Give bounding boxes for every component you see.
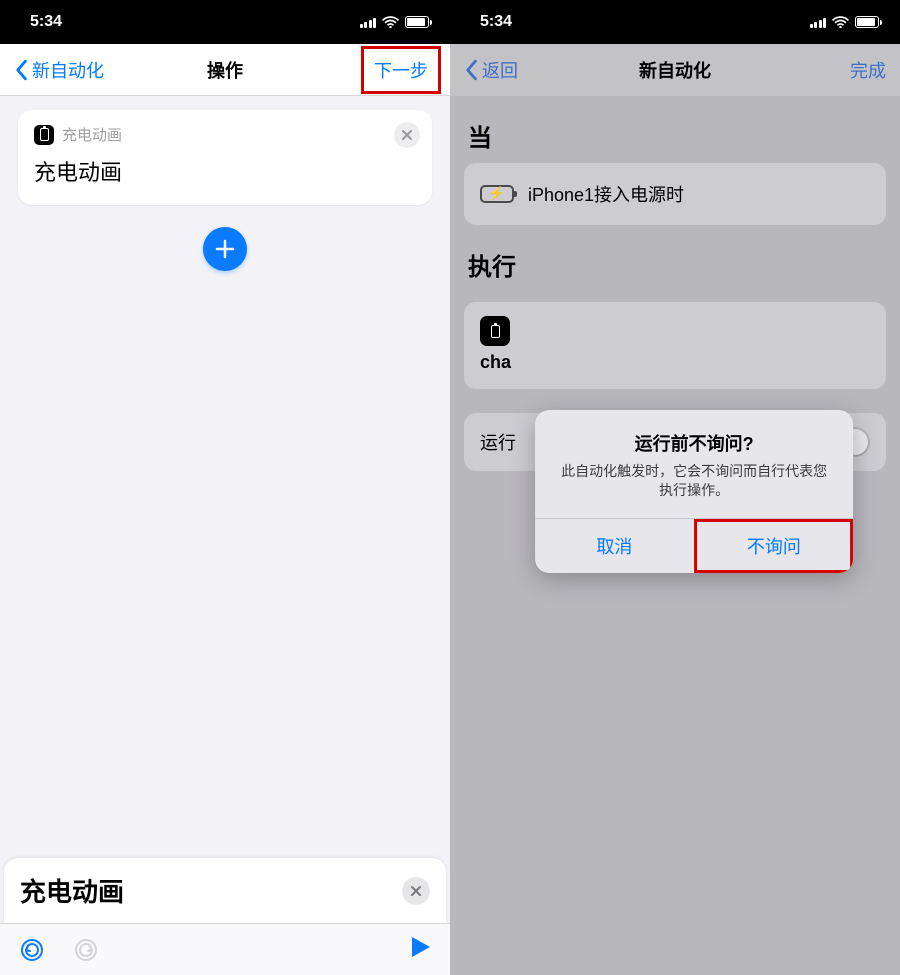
screen-actions: 5:34 新自动化 操作 下一步 充电动画 充电动画 xyxy=(0,0,450,975)
chevron-left-icon xyxy=(14,59,28,81)
charging-battery-icon: ⚡ xyxy=(480,185,514,203)
alert-message: 此自动化触发时，它会不询问而自行代表您执行操作。 xyxy=(555,462,833,500)
app-icon xyxy=(34,125,54,145)
battery-icon xyxy=(855,16,882,28)
search-card[interactable]: 充电动画 xyxy=(4,858,446,923)
back-button[interactable]: 返回 xyxy=(464,57,518,83)
status-time: 5:34 xyxy=(30,13,62,31)
add-action-button[interactable] xyxy=(203,227,247,271)
confirm-alert: 运行前不询问? 此自动化触发时，它会不询问而自行代表您执行操作。 取消 不询问 xyxy=(535,410,853,573)
status-bar: 5:34 xyxy=(0,0,450,44)
undo-icon xyxy=(19,937,45,963)
do-action-label: cha xyxy=(480,352,870,373)
alert-cancel-button[interactable]: 取消 xyxy=(535,519,694,573)
next-button[interactable]: 下一步 xyxy=(362,47,440,93)
back-button[interactable]: 新自动化 xyxy=(14,57,104,83)
redo-button[interactable] xyxy=(72,936,100,964)
battery-icon xyxy=(405,16,432,28)
redo-icon xyxy=(73,937,99,963)
plus-icon xyxy=(214,238,236,260)
undo-button[interactable] xyxy=(18,936,46,964)
action-small-label: 充电动画 xyxy=(62,124,122,145)
section-when-header: 当 xyxy=(450,96,900,163)
cellular-icon xyxy=(360,16,377,28)
alert-confirm-button[interactable]: 不询问 xyxy=(694,519,854,573)
nav-bar: 新自动化 操作 下一步 xyxy=(0,44,450,96)
condition-text: iPhone1接入电源时 xyxy=(528,181,684,207)
status-right xyxy=(810,16,883,28)
clear-search-button[interactable] xyxy=(402,877,430,905)
remove-action-button[interactable] xyxy=(394,122,420,148)
do-action-card[interactable]: cha xyxy=(464,302,886,389)
run-button[interactable] xyxy=(410,935,432,964)
chevron-left-icon xyxy=(464,59,478,81)
back-label: 返回 xyxy=(482,57,518,83)
status-right xyxy=(360,16,433,28)
close-icon xyxy=(401,129,413,141)
screen-automation-summary: 5:34 返回 新自动化 完成 当 ⚡ iPhone1接入电源时 执行 xyxy=(450,0,900,975)
ask-row-label: 运行 xyxy=(480,429,516,455)
cellular-icon xyxy=(810,16,827,28)
wifi-icon xyxy=(832,16,849,28)
play-icon xyxy=(410,935,432,959)
nav-bar: 返回 新自动化 完成 xyxy=(450,44,900,96)
status-time: 5:34 xyxy=(480,13,512,31)
wifi-icon xyxy=(382,16,399,28)
close-icon xyxy=(410,885,422,897)
alert-title: 运行前不询问? xyxy=(555,430,833,456)
app-icon xyxy=(480,316,510,346)
section-do-header: 执行 xyxy=(450,225,900,292)
bottom-toolbar xyxy=(0,923,450,975)
done-button[interactable]: 完成 xyxy=(850,57,886,83)
action-big-label: 充电动画 xyxy=(34,155,416,187)
nav-title: 操作 xyxy=(207,57,243,83)
action-card[interactable]: 充电动画 充电动画 xyxy=(18,110,432,205)
nav-title: 新自动化 xyxy=(639,57,711,83)
when-condition-row[interactable]: ⚡ iPhone1接入电源时 xyxy=(464,163,886,225)
status-bar: 5:34 xyxy=(450,0,900,44)
search-text: 充电动画 xyxy=(20,872,124,909)
back-label: 新自动化 xyxy=(32,57,104,83)
